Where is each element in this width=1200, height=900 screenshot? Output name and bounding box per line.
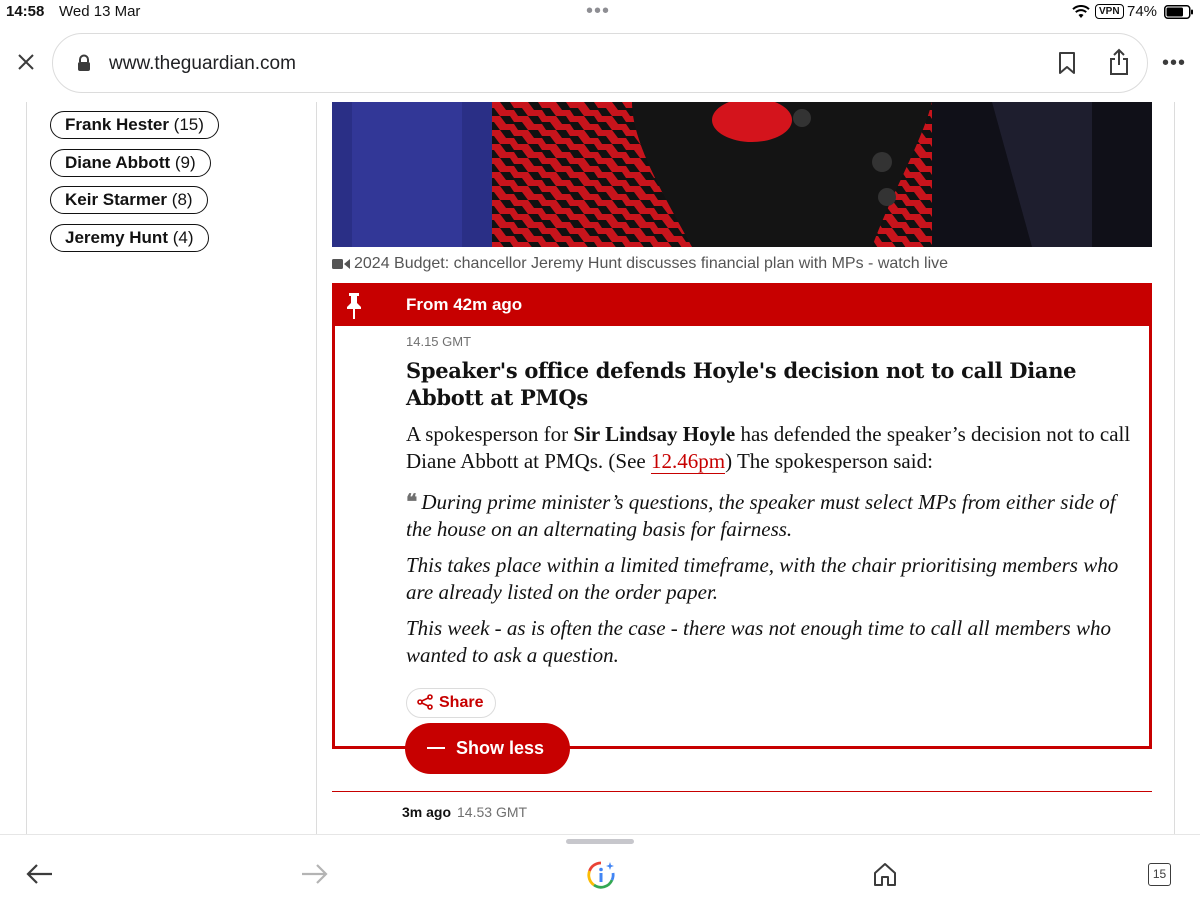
bookmark-icon[interactable] [1057,51,1077,80]
drag-handle[interactable] [566,839,634,844]
show-less-button[interactable]: Show less [405,723,570,774]
forward-arrow-icon[interactable] [300,863,328,890]
home-icon[interactable] [872,861,898,892]
web-page: Frank Hester (15) Diane Abbott (9) Keir … [0,102,1200,834]
status-bar: 14:58 Wed 13 Mar ••• VPN 74% [0,0,1200,24]
tag-jeremy-hunt[interactable]: Jeremy Hunt (4) [50,223,209,252]
post-divider [332,791,1152,792]
pin-icon [345,292,363,325]
post-headline: Speaker's office defends Hoyle's decisio… [406,358,1077,410]
browser-toolbar: www.theguardian.com ••• [0,24,1200,102]
video-camera-icon [332,257,350,275]
lock-icon [77,54,91,77]
video-thumbnail[interactable] [332,102,1152,247]
tag-keir-starmer[interactable]: Keir Starmer (8) [50,186,208,214]
time-link[interactable]: 12.46pm [650,449,726,474]
multitasking-dots-icon[interactable]: ••• [586,0,610,23]
close-icon[interactable] [16,52,36,77]
google-lens-icon[interactable] [586,860,616,895]
right-column-divider [1174,102,1175,834]
wifi-icon [1072,5,1090,24]
share-button[interactable]: Share [406,688,497,718]
post-timestamp: 14.15 GMT [406,334,472,349]
address-bar[interactable]: www.theguardian.com [52,33,1148,93]
url-text: www.theguardian.com [109,53,296,74]
sidebar-divider [316,102,317,834]
quote-paragraph-1: ❝ During prime minister’s questions, the … [406,490,1116,541]
status-time: 14:58 [6,3,45,20]
pinned-post-label: From 42m ago [406,295,523,314]
key-events-tags: Frank Hester (15) Diane Abbott (9) Keir … [50,111,219,261]
minus-icon [427,747,445,749]
tag-frank-hester[interactable]: Frank Hester (15) [50,111,219,139]
quote-paragraph-3: This week - as is often the case - there… [406,616,1111,667]
quote-paragraph-2: This takes place within a limited timefr… [406,553,1119,604]
status-date: Wed 13 Mar [59,3,141,20]
battery-icon [1164,5,1194,24]
post-intro: A spokesperson for Sir Lindsay Hoyle has… [406,422,1131,474]
battery-percent: 74% [1127,3,1158,20]
bottom-toolbar: 15 [0,834,1200,900]
vpn-badge: VPN [1095,4,1124,19]
pinned-post-banner: From 42m ago [335,286,1149,326]
tag-diane-abbott[interactable]: Diane Abbott (9) [50,148,211,177]
next-post-meta: 3m ago 14.53 GMT [402,804,528,820]
video-caption: 2024 Budget: chancellor Jeremy Hunt disc… [332,255,948,275]
tab-switcher-icon[interactable]: 15 [1148,863,1171,886]
share-icon[interactable] [1107,48,1131,81]
back-arrow-icon[interactable] [26,863,54,890]
quote-icon: ❝ [406,490,418,514]
more-options-icon[interactable]: ••• [1162,53,1186,73]
pinned-post: From 42m ago 14.15 GMT Speaker's office … [332,283,1152,749]
left-column-divider [26,102,27,834]
